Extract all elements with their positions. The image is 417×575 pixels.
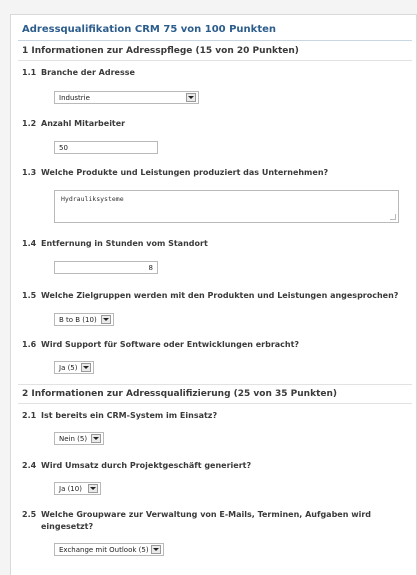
question-text: Wird Umsatz durch Projektgeschäft generi…: [41, 461, 252, 470]
entfernung-input[interactable]: 8: [54, 261, 158, 274]
question-text: Welche Zielgruppen werden mit den Produk…: [41, 291, 399, 300]
branche-select[interactable]: Industrie: [54, 91, 199, 104]
question-text: Ist bereits ein CRM-System im Einsatz?: [41, 411, 218, 420]
question-1-3: 1.3 Welche Produkte und Leistungen produz…: [22, 168, 328, 177]
select-value: Ja (5): [59, 363, 78, 372]
select-value: Industrie: [59, 93, 90, 102]
question-number: 2.5: [22, 510, 37, 519]
select-value: B to B (10): [59, 315, 97, 324]
chevron-down-icon[interactable]: [151, 545, 161, 554]
chevron-down-icon[interactable]: [186, 93, 196, 102]
question-text: Anzahl Mitarbeiter: [41, 119, 126, 128]
chevron-down-icon[interactable]: [91, 434, 101, 443]
produkte-textarea[interactable]: Hydrauliksysteme: [54, 190, 399, 223]
section-1-divider: [18, 60, 412, 61]
question-1-1: 1.1 Branche der Adresse: [22, 68, 135, 77]
question-text: Wird Support für Software oder Entwicklu…: [41, 340, 300, 349]
chevron-down-icon[interactable]: [101, 315, 111, 324]
title-divider: [18, 40, 412, 41]
section-2-heading: 2 Informationen zur Adressqualifizierung…: [22, 389, 338, 399]
mitarbeiter-input[interactable]: 50: [54, 141, 158, 154]
groupware-select[interactable]: Exchange mit Outlook (5): [54, 543, 164, 556]
question-number: 1.3: [22, 168, 37, 177]
question-2-1: 2.1 Ist bereits ein CRM-System im Einsatz…: [22, 411, 217, 420]
zielgruppen-select[interactable]: B to B (10): [54, 313, 114, 326]
question-number: 2.4: [22, 461, 37, 470]
question-2-4: 2.4 Wird Umsatz durch Projektgeschäft gen…: [22, 461, 251, 470]
crm-select[interactable]: Nein (5): [54, 432, 104, 445]
question-number: 1.5: [22, 291, 37, 300]
question-number: 1.1: [22, 68, 37, 77]
resize-grip-icon[interactable]: [390, 214, 396, 220]
question-1-4: 1.4 Entfernung in Stunden vom Standort: [22, 239, 208, 248]
section-2-divider: [18, 403, 412, 404]
select-value: Ja (10): [59, 484, 82, 493]
input-value: 8: [148, 263, 153, 272]
question-text: Branche der Adresse: [41, 68, 135, 77]
select-value: Exchange mit Outlook (5): [59, 545, 149, 554]
question-2-5: 2.5 Welche Groupware zur Verwaltung von E…: [22, 509, 382, 533]
question-number: 1.4: [22, 239, 37, 248]
input-value: 50: [59, 143, 68, 152]
question-text: Welche Produkte und Leistungen produzier…: [41, 168, 329, 177]
question-text: Entfernung in Stunden vom Standort: [41, 239, 208, 248]
section-2-top-divider: [18, 384, 412, 385]
section-1-heading: 1 Informationen zur Adresspflege (15 von…: [22, 46, 299, 56]
question-1-5: 1.5 Welche Zielgruppen werden mit den Pro…: [22, 291, 398, 300]
question-number: 2.1: [22, 411, 37, 420]
projektgeschaeft-select[interactable]: Ja (10): [54, 482, 101, 495]
chevron-down-icon[interactable]: [81, 363, 91, 372]
support-select[interactable]: Ja (5): [54, 361, 94, 374]
chevron-down-icon[interactable]: [88, 484, 98, 493]
question-1-6: 1.6 Wird Support für Software oder Entwic…: [22, 340, 299, 349]
question-number: 1.6: [22, 340, 37, 349]
select-value: Nein (5): [59, 434, 88, 443]
page-title: Adressqualifikation CRM 75 von 100 Punkt…: [22, 24, 276, 35]
question-1-2: 1.2 Anzahl Mitarbeiter: [22, 119, 125, 128]
question-text: Welche Groupware zur Verwaltung von E-Ma…: [41, 510, 372, 531]
textarea-value: Hydrauliksysteme: [61, 195, 124, 203]
question-number: 1.2: [22, 119, 37, 128]
